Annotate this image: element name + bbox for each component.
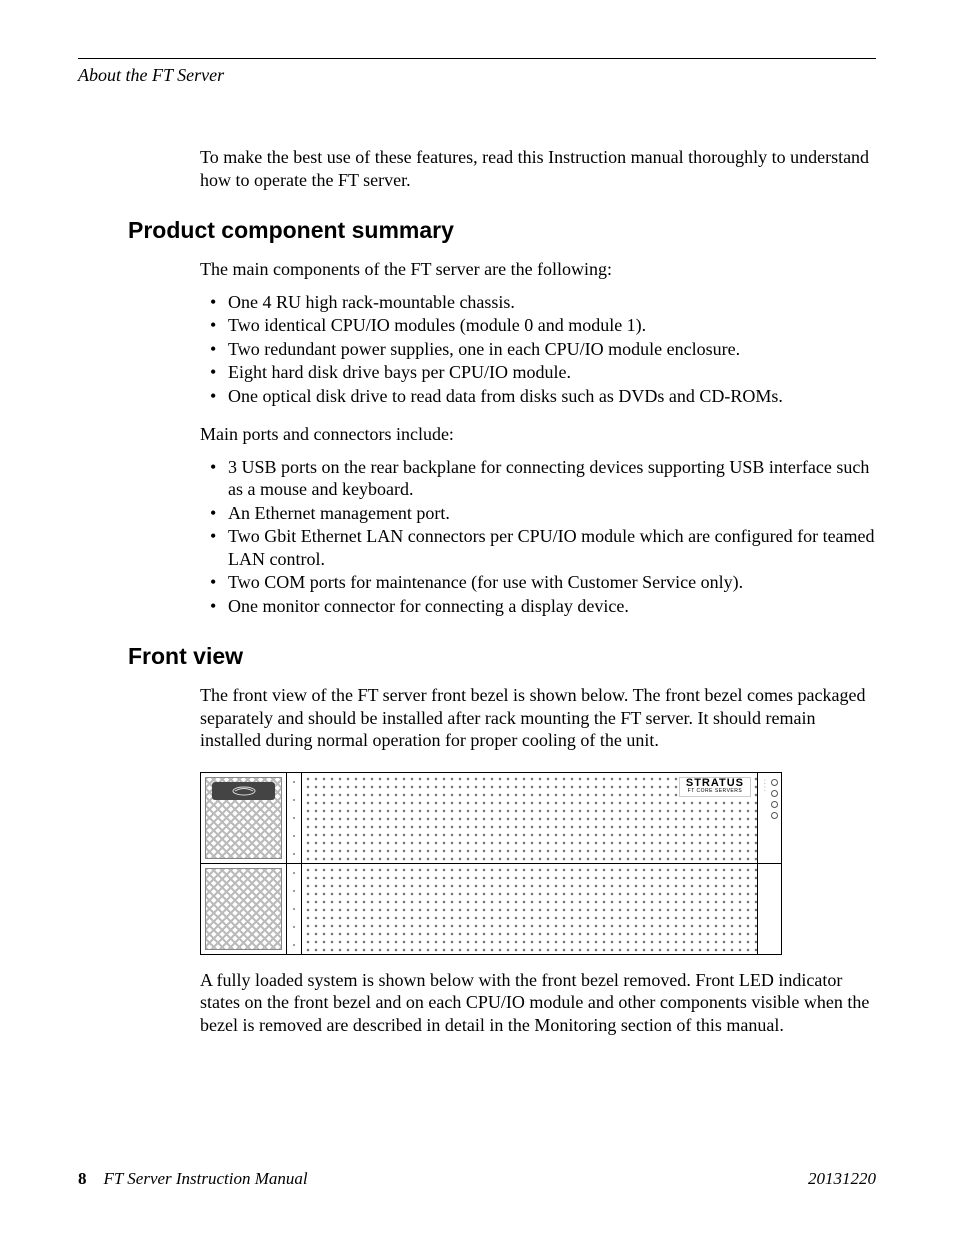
- optical-drive-bay: [201, 864, 287, 954]
- led-panel-empty: [757, 864, 781, 954]
- list-item: Eight hard disk drive bays per CPU/IO mo…: [200, 361, 876, 384]
- heading-product-component-summary: Product component summary: [128, 217, 876, 244]
- list-item: Two Gbit Ethernet LAN connectors per CPU…: [200, 525, 876, 570]
- led-indicator-icon: [771, 812, 778, 819]
- front-bezel-figure: STRATUS FT CORE SERVERS · · · ·: [200, 772, 876, 955]
- list-item: Two COM ports for maintenance (for use w…: [200, 571, 876, 594]
- front-view-para-2: A fully loaded system is shown below wit…: [200, 969, 876, 1037]
- led-indicator-icon: [771, 801, 778, 808]
- module-row-0: STRATUS FT CORE SERVERS · · · ·: [201, 773, 781, 864]
- list-item: Two identical CPU/IO modules (module 0 a…: [200, 314, 876, 337]
- vent-strip: [287, 773, 302, 863]
- led-indicator-icon: [771, 790, 778, 797]
- intro-paragraph: To make the best use of these features, …: [200, 146, 876, 191]
- list-item: An Ethernet management port.: [200, 502, 876, 525]
- front-grille: [302, 864, 757, 954]
- footer-title: FT Server Instruction Manual: [104, 1169, 308, 1188]
- led-panel: · · · ·: [757, 773, 781, 863]
- list-item: One monitor connector for connecting a d…: [200, 595, 876, 618]
- list-item: Two redundant power supplies, one in eac…: [200, 338, 876, 361]
- brand-subtitle: FT CORE SERVERS: [686, 789, 744, 794]
- components-lead: The main components of the FT server are…: [200, 258, 876, 281]
- footer-date: 20131220: [808, 1169, 876, 1189]
- module-row-1: [201, 864, 781, 954]
- brand-plate: STRATUS FT CORE SERVERS: [679, 777, 751, 797]
- page-footer: 8 FT Server Instruction Manual 20131220: [78, 1169, 876, 1189]
- heading-front-view: Front view: [128, 643, 876, 670]
- ports-lead: Main ports and connectors include:: [200, 423, 876, 446]
- list-item: One 4 RU high rack-mountable chassis.: [200, 291, 876, 314]
- led-indicator-icon: [771, 779, 778, 786]
- list-item: One optical disk drive to read data from…: [200, 385, 876, 408]
- vent-strip: [287, 864, 302, 954]
- page-number: 8: [78, 1169, 87, 1188]
- front-view-para-1: The front view of the FT server front be…: [200, 684, 876, 752]
- components-list: One 4 RU high rack-mountable chassis. Tw…: [200, 291, 876, 408]
- drive-badge-icon: [212, 782, 275, 800]
- top-rule: [78, 58, 876, 59]
- list-item: 3 USB ports on the rear backplane for co…: [200, 456, 876, 501]
- optical-drive-bay: [201, 773, 287, 863]
- running-head: About the FT Server: [78, 65, 876, 86]
- brand-name: STRATUS: [686, 778, 744, 789]
- front-grille: STRATUS FT CORE SERVERS: [302, 773, 757, 863]
- ports-list: 3 USB ports on the rear backplane for co…: [200, 456, 876, 618]
